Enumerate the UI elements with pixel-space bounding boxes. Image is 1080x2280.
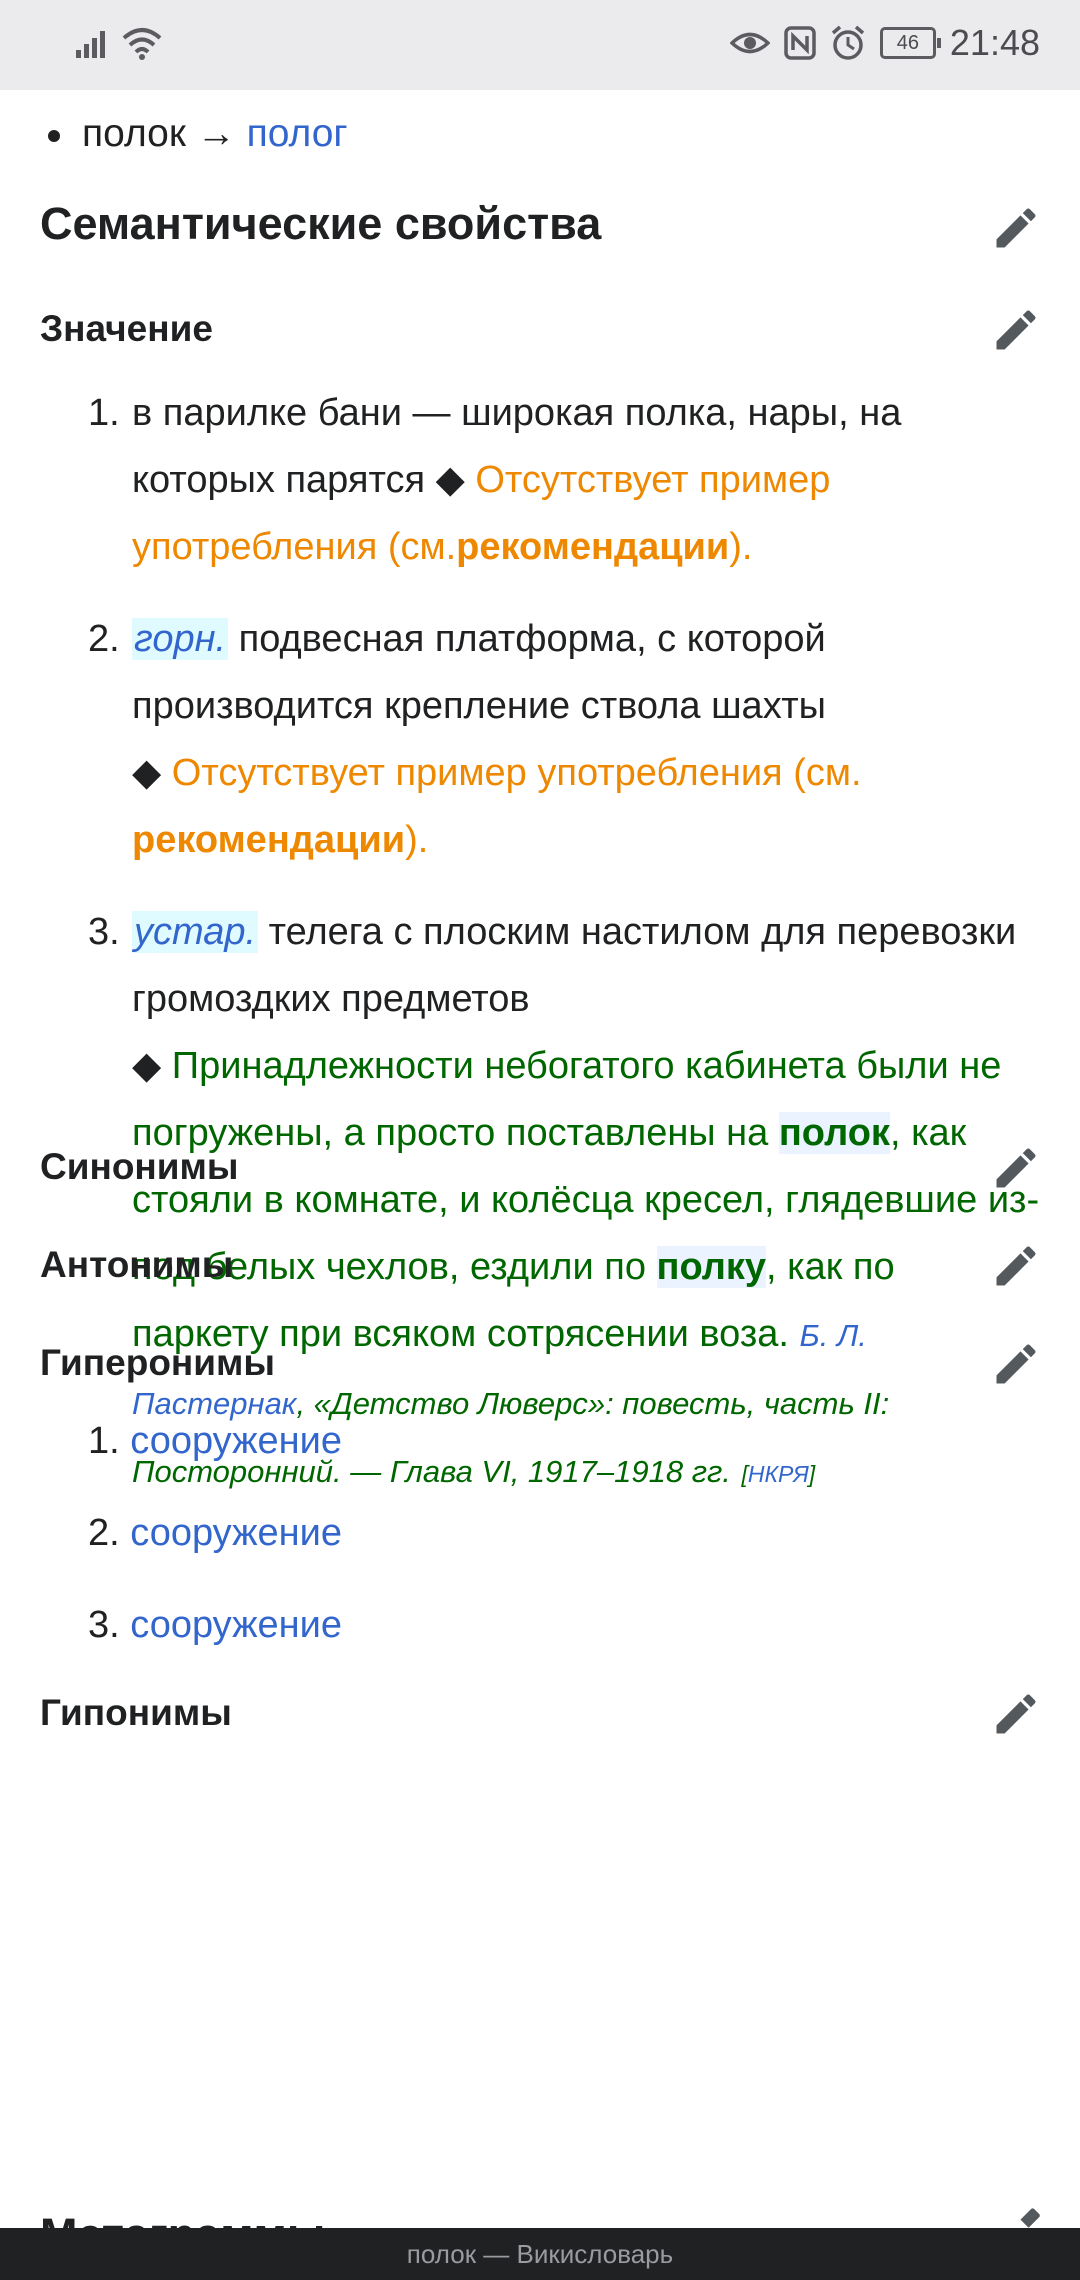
definition-text: телега с плоским настилом для перевозки … bbox=[132, 911, 1017, 1020]
definitions-list: 1. в парилке бани — широкая полка, нары,… bbox=[40, 380, 1040, 1508]
missing-example-end: ). bbox=[405, 819, 429, 861]
signal-icon bbox=[76, 31, 105, 58]
corpus-ref: [НКРЯ] bbox=[741, 1461, 815, 1487]
diamond-icon: ◆ bbox=[132, 1045, 162, 1087]
list-number: 3. bbox=[88, 1604, 120, 1646]
section-title-meaning: Значение bbox=[40, 308, 213, 349]
example-highlight: полку bbox=[656, 1246, 767, 1288]
variant-line: полок → полог bbox=[48, 112, 348, 156]
edit-pencil-icon[interactable] bbox=[990, 202, 1042, 254]
definition-number: 3. bbox=[88, 911, 120, 953]
diamond-icon: ◆ bbox=[132, 752, 162, 794]
hyperonym-link[interactable]: сооружение bbox=[130, 1512, 342, 1554]
recommendations-link[interactable]: рекомендации bbox=[456, 526, 729, 568]
variant-word: полок bbox=[82, 112, 186, 155]
section-title-hyperonyms: Гиперонимы bbox=[40, 1342, 275, 1383]
edit-pencil-icon[interactable] bbox=[990, 1142, 1042, 1194]
variant-link[interactable]: полог bbox=[247, 112, 348, 155]
status-bar: 46 21:48 bbox=[0, 0, 1080, 90]
list-number: 1. bbox=[88, 1420, 120, 1462]
edit-pencil-icon[interactable] bbox=[990, 1688, 1042, 1740]
battery-icon: 46 bbox=[879, 27, 941, 59]
wifi-icon bbox=[122, 28, 162, 60]
status-left bbox=[76, 26, 162, 60]
clock: 21:48 bbox=[949, 22, 1040, 63]
section-title-semantic: Семантические свойства bbox=[40, 198, 602, 249]
missing-example-end: ). bbox=[729, 526, 753, 568]
bracket-close: ] bbox=[808, 1461, 816, 1487]
definition-number: 2. bbox=[88, 618, 120, 660]
status-right: 46 21:48 bbox=[729, 22, 1040, 64]
bullet-dot bbox=[48, 129, 60, 142]
alarm-icon bbox=[831, 25, 865, 60]
nfc-icon bbox=[784, 26, 816, 60]
list-item: 3. сооружение bbox=[88, 1604, 342, 1647]
example-highlight: полок bbox=[778, 1112, 890, 1154]
edit-pencil-icon[interactable] bbox=[990, 1240, 1042, 1292]
definition-item: 1. в парилке бани — широкая полка, нары,… bbox=[40, 380, 1040, 581]
section-title-synonyms: Синонимы bbox=[40, 1146, 239, 1187]
section-title-hyponyms: Гипонимы bbox=[40, 1692, 232, 1733]
list-number: 2. bbox=[88, 1512, 120, 1554]
list-item: 2. сооружение bbox=[88, 1512, 342, 1555]
edit-pencil-icon[interactable] bbox=[990, 1338, 1042, 1390]
section-title-antonyms: Антонимы bbox=[40, 1244, 234, 1285]
diamond-icon: ◆ bbox=[435, 459, 465, 501]
recommendations-link[interactable]: рекомендации bbox=[132, 819, 405, 861]
edit-pencil-icon[interactable] bbox=[990, 2206, 1042, 2228]
hyperonym-link[interactable]: сооружение bbox=[130, 1604, 342, 1646]
definition-item: 3. устар. телега с плоским настилом для … bbox=[40, 899, 1040, 1508]
hyperonym-link[interactable]: сооружение bbox=[130, 1420, 342, 1462]
edit-pencil-icon[interactable] bbox=[990, 304, 1042, 356]
usage-label[interactable]: устар. bbox=[132, 911, 259, 953]
definition-item: 2. горн. подвесная платформа, с которой … bbox=[40, 606, 1040, 874]
arrow-icon: → bbox=[196, 112, 236, 155]
battery-level: 46 bbox=[896, 32, 920, 54]
definition-number: 1. bbox=[88, 392, 120, 434]
section-title-metagrams: Метаграммы bbox=[40, 2200, 325, 2228]
page-title-bar: полок — Викисловарь bbox=[0, 2228, 1080, 2280]
usage-label[interactable]: горн. bbox=[132, 618, 229, 660]
eye-icon bbox=[729, 32, 770, 54]
nkrya-link[interactable]: НКРЯ bbox=[748, 1461, 809, 1487]
missing-example-text: Отсутствует пример употребления (см. bbox=[171, 752, 862, 794]
definition-text: подвесная платформа, с которой производи… bbox=[132, 618, 826, 727]
list-item: 1. сооружение bbox=[88, 1420, 342, 1463]
